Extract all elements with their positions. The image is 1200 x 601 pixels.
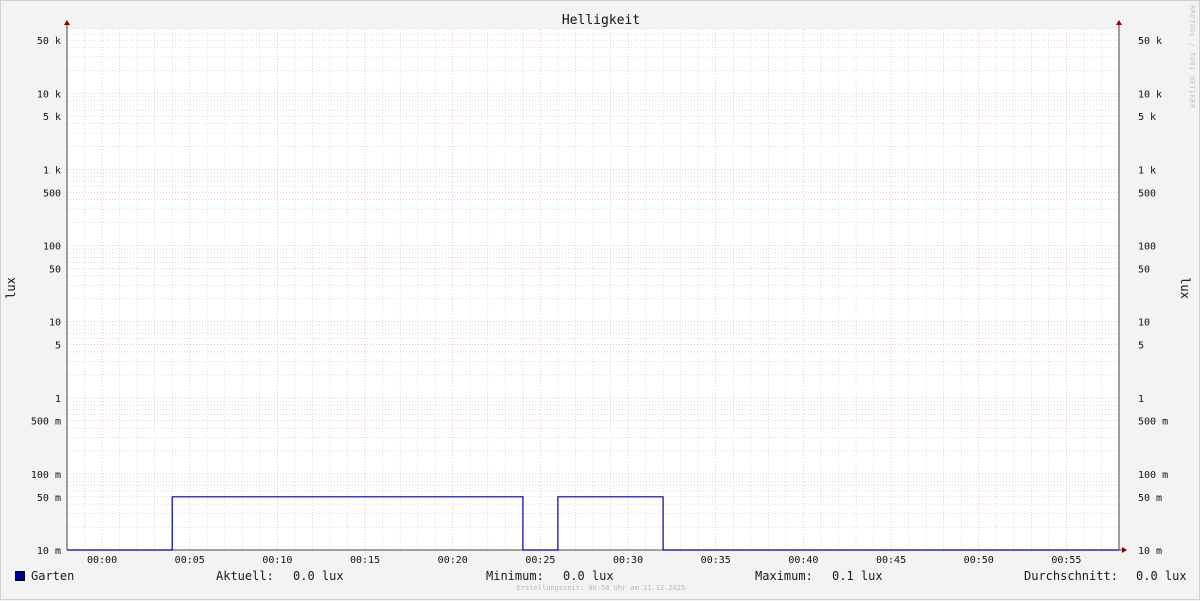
arrow-right-icon: [1122, 547, 1127, 553]
y-tick-label-left: 500: [43, 188, 61, 199]
y-tick-label-left: 50 k: [37, 36, 61, 47]
y-tick-label-left: 100: [43, 242, 61, 253]
y-axis-label-right: lux: [1178, 277, 1192, 299]
y-tick-label-left: 5: [55, 341, 61, 352]
y-tick-label-right: 50 m: [1138, 493, 1162, 504]
x-tick-label: 00:40: [788, 555, 818, 566]
y-tick-label-right: 100: [1138, 242, 1156, 253]
y-tick-label-left: 50 m: [37, 493, 61, 504]
y-tick-label-left: 100 m: [31, 470, 61, 481]
legend-series-name: Garten: [31, 569, 75, 583]
x-tick-label: 00:50: [964, 555, 994, 566]
legend-min-value: 0.0 lux: [563, 569, 614, 583]
y-tick-label-right: 10 k: [1138, 89, 1162, 100]
y-axis-label-left: lux: [4, 277, 18, 299]
x-tick-label: 00:30: [613, 555, 643, 566]
x-tick-label: 00:35: [701, 555, 731, 566]
y-tick-label-left: 10 k: [37, 89, 61, 100]
x-tick-label: 00:20: [438, 555, 468, 566]
x-tick-label: 00:10: [262, 555, 292, 566]
legend-current-label: Aktuell:: [216, 569, 274, 583]
y-tick-label-right: 5: [1138, 341, 1144, 352]
x-tick-label: 00:05: [175, 555, 205, 566]
y-tick-label-left: 10 m: [37, 546, 61, 557]
x-tick-label: 00:15: [350, 555, 380, 566]
y-tick-label-left: 1 k: [43, 165, 61, 176]
y-tick-label-right: 5 k: [1138, 112, 1156, 123]
arrow-up-right-icon: [1116, 20, 1122, 25]
y-tick-label-left: 500 m: [31, 417, 61, 428]
chart-frame: 50 k 50 k 10 k 10 k5 k5 k1 k1 k 500 500 100 100…: [0, 0, 1200, 600]
y-tick-label-right: 50 k: [1138, 36, 1162, 47]
y-tick-label-right: 10 m: [1138, 546, 1162, 557]
y-tick-label-left: 1: [55, 394, 61, 405]
legend-max-value: 0.1 lux: [832, 569, 883, 583]
y-tick-label-right: 500: [1138, 188, 1156, 199]
chart-canvas: 50 k 50 k10 k 10 k5 k5 k1 k1 k500 500100 100…: [4, 13, 1192, 566]
arrow-up-left-icon: [64, 20, 70, 25]
y-tick-label-left: 5 k: [43, 112, 61, 123]
y-tick-label-right: 10: [1138, 318, 1150, 329]
x-tick-label: 00:00: [87, 555, 117, 566]
legend: Garten Aktuell: 0.0 lux Minimum: 0.0 lux…: [1, 567, 1200, 585]
legend-avg-label: Durchschnitt:: [1024, 569, 1118, 583]
legend-max-label: Maximum:: [755, 569, 813, 583]
y-tick-label-right: 500 m: [1138, 417, 1168, 428]
legend-min-label: Minimum:: [486, 569, 544, 583]
x-tick-label: 00:55: [1051, 555, 1081, 566]
watermark: RRDTOOL / TOBI OETIKER: [1188, 5, 1196, 109]
x-tick-label: 00:45: [876, 555, 906, 566]
legend-avg-value: 0.0 lux: [1136, 569, 1187, 583]
y-tick-label-right: 100 m: [1138, 470, 1168, 481]
x-tick-label: 00:25: [525, 555, 555, 566]
footer-timestamp: Erstellungszeit: 00:58 Uhr am 11.12.2025: [516, 584, 686, 592]
y-tick-label-left: 10: [49, 318, 61, 329]
legend-swatch-garten: [15, 571, 25, 581]
y-tick-label-right: 1 k: [1138, 165, 1156, 176]
y-tick-label-right: 1: [1138, 394, 1144, 405]
y-tick-label-right: 50: [1138, 264, 1150, 275]
chart-title: Helligkeit: [562, 13, 640, 28]
y-tick-label-left: 50: [49, 264, 61, 275]
legend-current-value: 0.0 lux: [293, 569, 344, 583]
